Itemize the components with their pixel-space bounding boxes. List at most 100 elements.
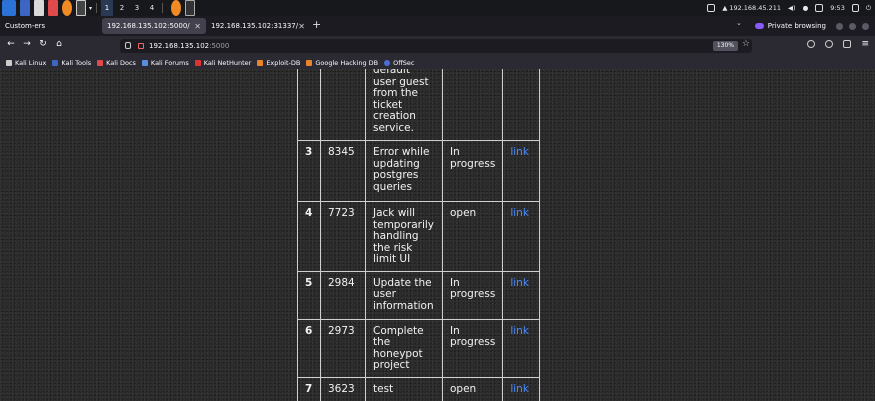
- pocket-icon[interactable]: [807, 40, 816, 48]
- terminal-window-icon[interactable]: [185, 0, 196, 16]
- notification-icon[interactable]: ●: [803, 4, 809, 12]
- bookmark-label: Google Hacking DB: [315, 58, 379, 67]
- ticket-link-cell: [502, 69, 541, 141]
- bookmark-label: Kali Forums: [150, 58, 189, 67]
- maximize-window-button[interactable]: [849, 22, 856, 30]
- kali-forums-favicon-icon: [141, 59, 148, 66]
- bookmark-kali-forums[interactable]: Kali Forums: [141, 58, 189, 67]
- back-arrow-icon[interactable]: ←: [5, 39, 17, 49]
- ticket-link[interactable]: link: [510, 325, 529, 337]
- toolbar-extensions: ≡: [807, 40, 869, 49]
- tab-custom-ers[interactable]: Custom-ers: [0, 18, 100, 34]
- forward-arrow-icon[interactable]: →: [21, 39, 33, 49]
- text-editor-icon[interactable]: [48, 0, 58, 16]
- new-tab-plus-icon[interactable]: +: [312, 18, 321, 31]
- ticket-id: 2984: [320, 270, 366, 320]
- ticket-number: 7: [297, 376, 321, 401]
- workspace-2[interactable]: 2: [116, 0, 128, 16]
- firefox-window-icon[interactable]: [171, 0, 182, 16]
- bookmark-kali-tools[interactable]: Kali Tools: [52, 59, 91, 67]
- ticket-link[interactable]: link: [510, 383, 529, 395]
- kali-menu-icon[interactable]: [2, 0, 16, 16]
- panel-separator: [96, 3, 98, 13]
- extensions-icon[interactable]: [843, 40, 852, 48]
- screen-icon[interactable]: [707, 4, 716, 12]
- battery-icon[interactable]: [815, 4, 824, 12]
- table-row: 6 2973 Complete the honeypot project In …: [297, 318, 541, 378]
- close-tab-icon[interactable]: ✕: [298, 22, 305, 31]
- show-desktop-icon[interactable]: [20, 0, 30, 16]
- terminal-launcher-icon[interactable]: [76, 0, 86, 16]
- bookmark-kali-docs[interactable]: Kali Docs: [97, 59, 136, 67]
- ticket-status: In progress: [441, 140, 504, 202]
- ticket-description: default user guest from the ticket creat…: [365, 69, 443, 141]
- ticket-id: [320, 69, 366, 141]
- close-tab-icon[interactable]: ✕: [194, 22, 201, 31]
- kali-docs-favicon-icon: [97, 59, 104, 66]
- workspace-4[interactable]: 4: [146, 0, 158, 16]
- file-manager-icon[interactable]: [34, 0, 44, 16]
- list-tabs-chevron-icon[interactable]: ⌄: [736, 19, 742, 27]
- bookmark-kali-nethunter[interactable]: Kali NetHunter: [194, 59, 251, 67]
- bookmark-star-icon[interactable]: ☆: [742, 39, 750, 49]
- insecure-lock-icon[interactable]: [138, 43, 144, 49]
- hamburger-menu-icon[interactable]: ≡: [861, 40, 869, 49]
- ticket-description: Update the user information: [365, 270, 443, 320]
- ticket-link[interactable]: link: [510, 207, 529, 219]
- ticket-id: 8345: [320, 140, 366, 202]
- workspace-3[interactable]: 3: [131, 0, 143, 16]
- bookmark-offsec[interactable]: OffSec: [384, 59, 414, 67]
- ticket-number: 5: [297, 270, 321, 320]
- ticket-status: [441, 69, 504, 141]
- page-content: default user guest from the ticket creat…: [0, 69, 875, 401]
- tab-title: Custom-ers: [5, 22, 46, 30]
- tab-bar: Custom-ers 192.168.135.102:5000/ ✕ 192.1…: [0, 16, 875, 36]
- ticket-description: test: [365, 376, 443, 401]
- ghdb-favicon-icon: [306, 59, 313, 66]
- minimize-window-button[interactable]: [836, 22, 843, 30]
- lock-screen-icon[interactable]: [851, 4, 859, 12]
- zoom-level-badge[interactable]: 130%: [712, 41, 738, 51]
- ticket-link[interactable]: link: [510, 146, 529, 158]
- ticket-link-cell: link: [502, 140, 541, 202]
- kali-nethunter-favicon-icon: [194, 59, 201, 66]
- kali-linux-favicon-icon: [6, 59, 12, 66]
- ticket-status: In progress: [441, 270, 504, 320]
- ticket-link[interactable]: link: [510, 277, 529, 289]
- url-host: 192.168.135.102: [149, 42, 210, 50]
- ticket-number: 4: [297, 201, 321, 272]
- address-bar[interactable]: 192.168.135.102:5000 130% ☆: [120, 39, 752, 53]
- bookmark-label: Kali Docs: [106, 58, 136, 67]
- offsec-favicon-icon: [384, 59, 391, 66]
- home-icon[interactable]: ⌂: [53, 39, 65, 49]
- launcher-dropdown-icon[interactable]: ▾: [89, 0, 92, 16]
- power-icon[interactable]: ⏻: [866, 4, 871, 13]
- bookmark-kali-linux[interactable]: Kali Linux: [6, 59, 46, 67]
- tab-title: 192.168.135.102:31337/: [211, 22, 299, 30]
- tab-port-5000[interactable]: 192.168.135.102:5000/ ✕: [102, 18, 206, 34]
- panel-separator: [162, 3, 164, 13]
- private-mask-icon: [754, 23, 764, 29]
- shield-icon[interactable]: [125, 42, 131, 49]
- ticket-id: 3623: [320, 376, 366, 401]
- close-window-button[interactable]: [862, 22, 869, 30]
- volume-icon[interactable]: ◀): [788, 4, 796, 12]
- bookmark-label: Kali Tools: [61, 58, 92, 67]
- bookmark-google-hacking-db[interactable]: Google Hacking DB: [306, 59, 378, 67]
- tab-title: 192.168.135.102:5000/: [107, 22, 190, 30]
- table-row: 5 2984 Update the user information In pr…: [297, 270, 541, 320]
- url-port: :5000: [209, 42, 230, 50]
- ticket-link-cell: link: [502, 376, 541, 401]
- clock[interactable]: 9:53: [830, 4, 845, 12]
- ticket-description: Jack will temporarily handling the risk …: [365, 201, 443, 272]
- ticket-link-cell: link: [502, 318, 541, 378]
- workspace-1[interactable]: 1: [101, 0, 114, 16]
- ticket-number: 6: [297, 318, 321, 378]
- firefox-launcher-icon[interactable]: [62, 0, 72, 16]
- ticket-number: 3: [297, 140, 321, 202]
- reload-icon[interactable]: ↻: [37, 39, 49, 49]
- account-icon[interactable]: [825, 40, 834, 48]
- bookmark-exploit-db[interactable]: Exploit-DB: [257, 59, 300, 67]
- tab-port-31337[interactable]: 192.168.135.102:31337/ ✕: [206, 18, 310, 34]
- ip-indicator[interactable]: ▲ 192.168.45.211: [722, 4, 781, 12]
